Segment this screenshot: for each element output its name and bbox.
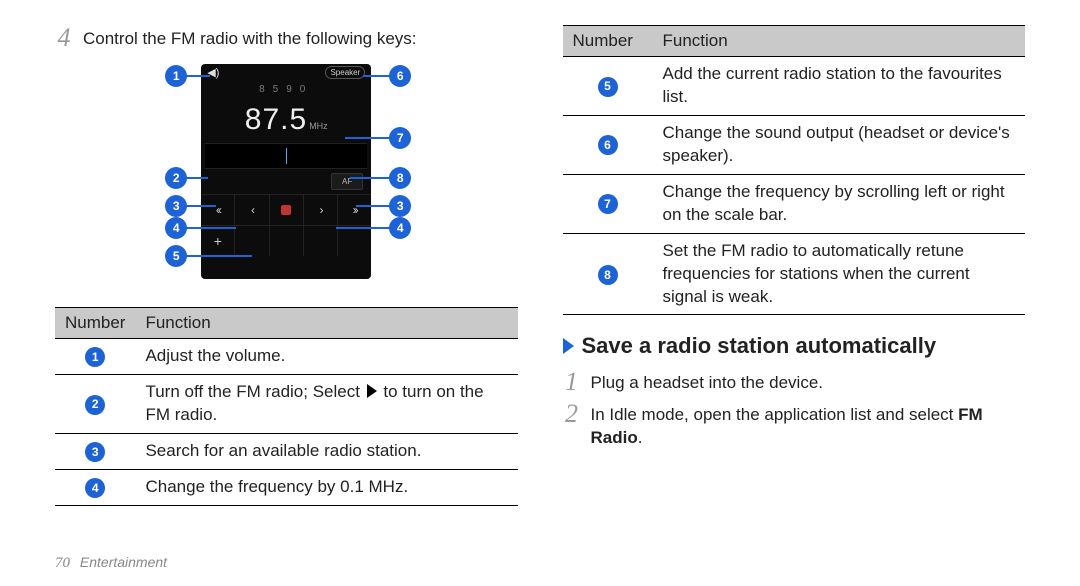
speaker-toggle: Speaker [325, 66, 365, 79]
callout-7: 7 [389, 127, 411, 149]
table-row: 8 Set the FM radio to automatically retu… [563, 233, 1026, 315]
table-row: 3 Search for an available radio station. [55, 433, 518, 469]
row-badge: 6 [598, 135, 618, 155]
table-row: 2 Turn off the FM radio; Select to turn … [55, 374, 518, 433]
row-function: Change the frequency by 0.1 MHz. [135, 469, 517, 505]
function-table-2: Number Function 5 Add the current radio … [563, 25, 1026, 315]
row-function: Set the FM radio to automatically retune… [653, 233, 1026, 315]
callout-8: 8 [389, 167, 411, 189]
step-number: 4 [55, 25, 73, 51]
row-function: Change the frequency by scrolling left o… [653, 174, 1026, 233]
table-header-function: Function [653, 26, 1026, 57]
row-badge: 1 [85, 347, 105, 367]
step-fwd-icon: › [304, 195, 338, 225]
table-header-number: Number [563, 26, 653, 57]
footer-page-number: 70 [55, 555, 70, 571]
row-function: Search for an available radio station. [135, 433, 517, 469]
scale-marks: 8590 [201, 84, 371, 95]
row-function: Add the current radio station to the fav… [653, 57, 1026, 116]
step-text: Plug a headset into the device. [591, 369, 1026, 395]
fm-radio-diagram: 1 6 7 2 8 3 3 4 4 5 ◀) Speaker 8590 87.5… [131, 59, 441, 289]
callout-3-left: 3 [165, 195, 187, 217]
step-2: 2 In Idle mode, open the application lis… [563, 401, 1026, 450]
frequency-display: 87.5MHz [201, 103, 371, 137]
play-icon [367, 384, 377, 398]
step-text: Control the FM radio with the following … [83, 25, 518, 51]
phone-screenshot: ◀) Speaker 8590 87.5MHz AF ‹‹ ‹ › ›› + [201, 64, 371, 279]
preset-slot [304, 226, 338, 256]
step-number: 2 [563, 401, 581, 427]
row-badge: 7 [598, 194, 618, 214]
table-row: 7 Change the frequency by scrolling left… [563, 174, 1026, 233]
step-4: 4 Control the FM radio with the followin… [55, 25, 518, 51]
section-heading: Save a radio station automatically [563, 333, 1026, 359]
left-column: 4 Control the FM radio with the followin… [55, 25, 518, 506]
step-number: 1 [563, 369, 581, 395]
footer-chapter: Entertainment [80, 554, 167, 570]
table-row: 4 Change the frequency by 0.1 MHz. [55, 469, 518, 505]
section-arrow-icon [563, 338, 574, 354]
step-back-icon: ‹ [235, 195, 269, 225]
step-text: In Idle mode, open the application list … [591, 401, 1026, 450]
stop-icon [270, 195, 304, 225]
row-function: Change the sound output (headset or devi… [653, 115, 1026, 174]
table-row: 6 Change the sound output (headset or de… [563, 115, 1026, 174]
seek-fwd-icon: ›› [338, 195, 371, 225]
table-header-function: Function [135, 308, 517, 339]
seek-back-icon: ‹‹ [201, 195, 235, 225]
preset-slot [270, 226, 304, 256]
row-function: Adjust the volume. [135, 339, 517, 375]
callout-2: 2 [165, 167, 187, 189]
callout-4-left: 4 [165, 217, 187, 239]
section-title: Save a radio station automatically [582, 333, 937, 359]
callout-3-right: 3 [389, 195, 411, 217]
row-badge: 5 [598, 77, 618, 97]
table-header-number: Number [55, 308, 135, 339]
callout-1: 1 [165, 65, 187, 87]
page-footer: 70 Entertainment [55, 554, 167, 572]
af-row: AF [201, 169, 371, 194]
callout-4-right: 4 [389, 217, 411, 239]
fav-add-icon: + [201, 226, 235, 256]
right-column: Number Function 5 Add the current radio … [563, 25, 1026, 506]
preset-slot [338, 226, 371, 256]
row-function: Turn off the FM radio; Select to turn on… [135, 374, 517, 433]
callout-5: 5 [165, 245, 187, 267]
row-badge: 4 [85, 478, 105, 498]
preset-slot [235, 226, 269, 256]
row-badge: 8 [598, 265, 618, 285]
scale-bar [205, 143, 367, 169]
af-button: AF [331, 173, 363, 190]
callout-6: 6 [389, 65, 411, 87]
row-badge: 2 [85, 395, 105, 415]
table-row: 5 Add the current radio station to the f… [563, 57, 1026, 116]
step-1: 1 Plug a headset into the device. [563, 369, 1026, 395]
function-table-1: Number Function 1 Adjust the volume. 2 T… [55, 307, 518, 506]
table-row: 1 Adjust the volume. [55, 339, 518, 375]
row-badge: 3 [85, 442, 105, 462]
